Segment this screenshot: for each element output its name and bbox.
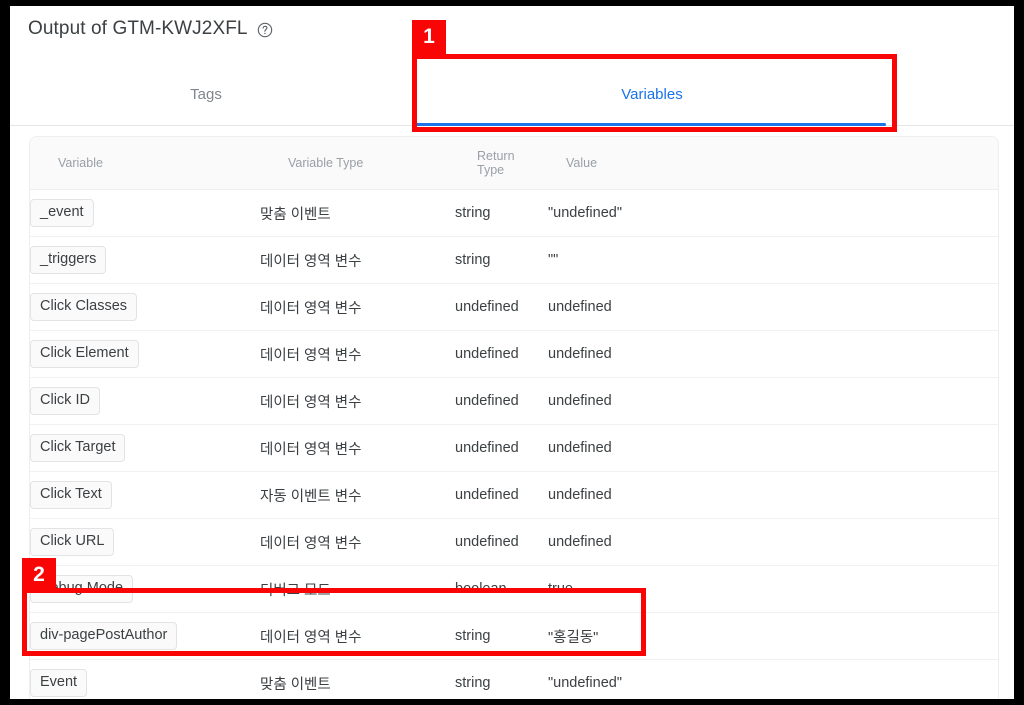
cell-variable-type: 데이터 영역 변수 <box>260 612 455 660</box>
cell-variable-type: 데이터 영역 변수 <box>260 330 455 378</box>
column-header-value: Value <box>548 137 998 190</box>
cell-value: undefined <box>548 377 998 425</box>
table-row: Click Target 데이터 영역 변수 undefined undefined <box>30 424 998 472</box>
variable-chip[interactable]: Click Text <box>30 481 112 509</box>
cell-return-type: string <box>455 236 548 284</box>
table-row: Click Text 자동 이벤트 변수 undefined undefined <box>30 471 998 519</box>
cell-value: undefined <box>548 283 998 331</box>
cell-value: "undefined" <box>548 659 998 699</box>
tab-tags[interactable]: Tags <box>10 64 402 125</box>
cell-variable-type: 디버그 모드 <box>260 565 455 613</box>
cell-return-type: undefined <box>455 283 548 331</box>
cell-return-type: string <box>455 659 548 699</box>
cell-return-type: string <box>455 189 548 237</box>
table-row: _event 맞춤 이벤트 string "undefined" <box>30 189 998 237</box>
cell-return-type: undefined <box>455 424 548 472</box>
cell-variable-type: 데이터 영역 변수 <box>260 424 455 472</box>
cell-variable-type: 데이터 영역 변수 <box>260 283 455 331</box>
tab-variables-label: Variables <box>621 86 683 103</box>
cell-variable: Click ID <box>30 377 260 425</box>
cell-return-type: boolean <box>455 565 548 613</box>
tab-tags-label: Tags <box>190 86 222 103</box>
variables-table-body: _event 맞춤 이벤트 string "undefined" _triggers 데이… <box>30 189 998 699</box>
cell-variable: Click URL <box>30 518 260 566</box>
table-row: Click ID 데이터 영역 변수 undefined undefined <box>30 377 998 425</box>
table-row: div-pagePostAuthor 데이터 영역 변수 string "홍길동" <box>30 612 998 660</box>
variable-chip[interactable]: Click ID <box>30 387 100 415</box>
cell-variable-type: 데이터 영역 변수 <box>260 377 455 425</box>
cell-variable: Click Target <box>30 424 260 472</box>
table-row: Click URL 데이터 영역 변수 undefined undefined <box>30 518 998 566</box>
column-header-variable-type: Variable Type <box>260 137 455 190</box>
variable-chip[interactable]: _triggers <box>30 246 107 274</box>
variable-chip[interactable]: Click URL <box>30 528 115 556</box>
tab-active-indicator <box>412 123 886 126</box>
cell-variable-type: 데이터 영역 변수 <box>260 236 455 284</box>
page-title-text: Output of GTM-KWJ2XFL <box>28 18 248 39</box>
cell-value: undefined <box>548 518 998 566</box>
cell-variable: Click Text <box>30 471 260 519</box>
gtm-preview-panel: Output of GTM-KWJ2XFL Tags Variables Var… <box>10 6 1014 699</box>
table-row: _triggers 데이터 영역 변수 string "" <box>30 236 998 284</box>
cell-return-type: undefined <box>455 471 548 519</box>
cell-variable: Click Classes <box>30 283 260 331</box>
variables-table: Variable Variable Type Return Type Value… <box>30 137 998 699</box>
cell-value: undefined <box>548 424 998 472</box>
cell-variable: _triggers <box>30 236 260 284</box>
tab-variables[interactable]: Variables <box>402 64 902 125</box>
column-header-variable-label: Variable <box>58 156 103 170</box>
cell-value: "undefined" <box>548 189 998 237</box>
variable-chip[interactable]: Event <box>30 669 88 697</box>
variable-chip[interactable]: Click Target <box>30 434 126 462</box>
table-row: Click Classes 데이터 영역 변수 undefined undefined <box>30 283 998 331</box>
table-row: Click Element 데이터 영역 변수 undefined undefined <box>30 330 998 378</box>
cell-variable: Debug Mode <box>30 565 260 613</box>
cell-variable-type: 자동 이벤트 변수 <box>260 471 455 519</box>
variable-chip[interactable]: div-pagePostAuthor <box>30 622 178 650</box>
screenshot-frame: Output of GTM-KWJ2XFL Tags Variables Var… <box>0 0 1024 705</box>
cell-variable-type: 데이터 영역 변수 <box>260 518 455 566</box>
column-header-return-type-label-2: Type <box>477 163 505 177</box>
cell-variable: div-pagePostAuthor <box>30 612 260 660</box>
table-row: Debug Mode 디버그 모드 boolean true <box>30 565 998 613</box>
column-header-value-label: Value <box>566 156 598 170</box>
column-header-return-type-label-1: Return <box>477 149 515 163</box>
annotation-badge-1: 1 <box>412 20 446 54</box>
cell-variable: Click Element <box>30 330 260 378</box>
cell-value: undefined <box>548 330 998 378</box>
help-circle-icon[interactable] <box>257 22 273 38</box>
cell-value: "" <box>548 236 998 284</box>
variable-chip[interactable]: Click Element <box>30 340 139 368</box>
variable-chip[interactable]: Debug Mode <box>30 575 134 603</box>
cell-value: undefined <box>548 471 998 519</box>
variable-chip[interactable]: Click Classes <box>30 293 138 321</box>
variables-table-container: Variable Variable Type Return Type Value… <box>29 136 999 699</box>
cell-return-type: undefined <box>455 330 548 378</box>
cell-value: true <box>548 565 998 613</box>
cell-variable-type: 맞춤 이벤트 <box>260 189 455 237</box>
column-header-variable-type-label: Variable Type <box>288 156 364 170</box>
cell-variable: _event <box>30 189 260 237</box>
tabs: Tags Variables <box>10 64 1014 126</box>
table-row: Event 맞춤 이벤트 string "undefined" <box>30 659 998 699</box>
variable-chip[interactable]: _event <box>30 199 94 227</box>
cell-value: "홍길동" <box>548 612 998 660</box>
column-header-return-type: Return Type <box>455 137 548 190</box>
page-title: Output of GTM-KWJ2XFL <box>28 18 273 40</box>
cell-return-type: undefined <box>455 518 548 566</box>
cell-return-type: string <box>455 612 548 660</box>
cell-variable: Event <box>30 659 260 699</box>
cell-return-type: undefined <box>455 377 548 425</box>
cell-variable-type: 맞춤 이벤트 <box>260 659 455 699</box>
table-header-row: Variable Variable Type Return Type Value <box>30 137 998 190</box>
column-header-variable: Variable <box>30 137 260 190</box>
